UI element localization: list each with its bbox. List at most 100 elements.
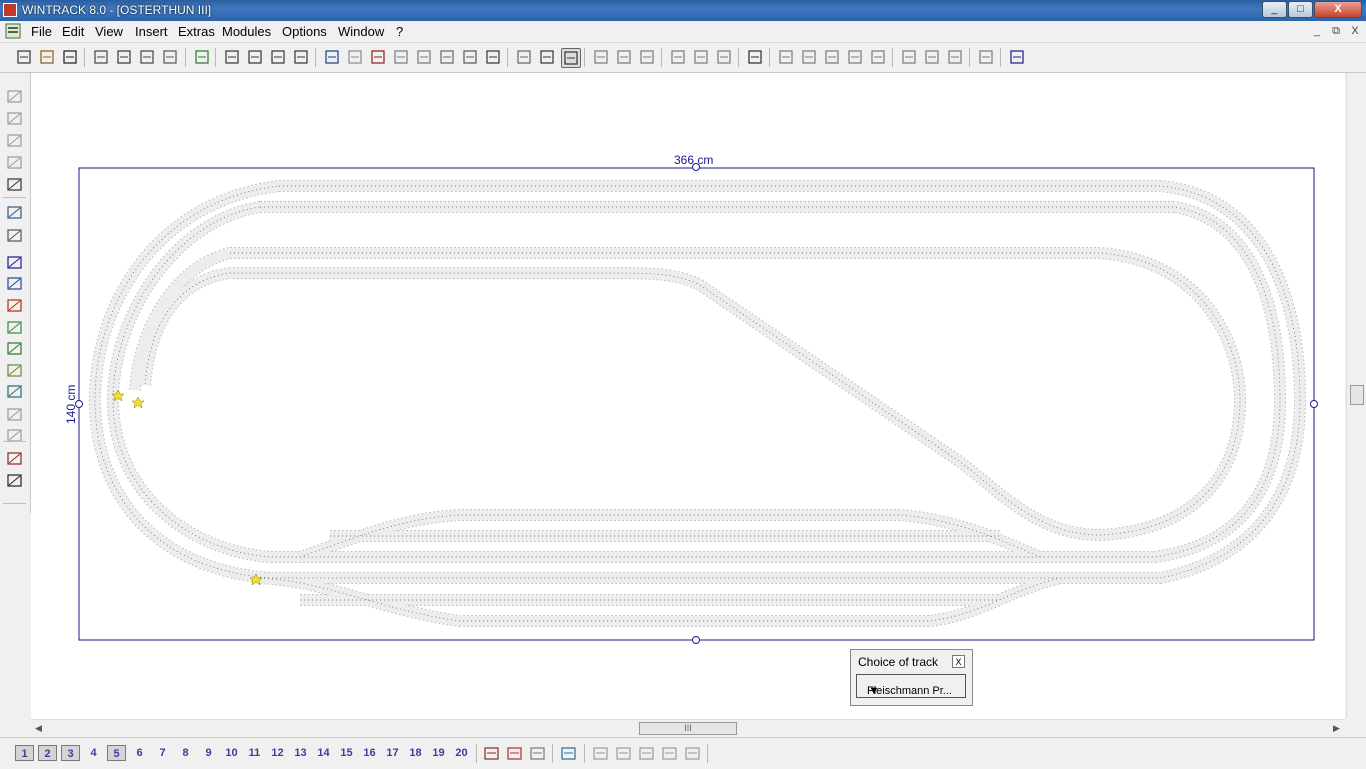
redo-icon[interactable] bbox=[346, 48, 364, 66]
signal-icon[interactable] bbox=[6, 205, 23, 220]
print-preview-icon[interactable] bbox=[92, 48, 110, 66]
zoom-fit-icon[interactable] bbox=[292, 48, 310, 66]
rotate-180-icon[interactable] bbox=[715, 48, 733, 66]
mirror-icon[interactable] bbox=[800, 48, 818, 66]
layer-button-6[interactable]: 6 bbox=[130, 745, 149, 761]
mdi-minimize-button[interactable]: _ bbox=[1309, 24, 1325, 38]
transfer-table-icon[interactable] bbox=[6, 155, 23, 170]
choice-of-track-close-button[interactable]: X bbox=[952, 655, 965, 668]
layer-button-2[interactable]: 2 bbox=[38, 745, 57, 761]
flex-curve-icon[interactable] bbox=[6, 111, 23, 126]
layer-button-1[interactable]: 1 bbox=[15, 745, 34, 761]
mdi-restore-button[interactable]: ⧉ bbox=[1328, 24, 1344, 38]
drawing-canvas[interactable]: 366 cm 140 cm Choice of track X Fleischm… bbox=[31, 73, 1345, 719]
layers-icon[interactable] bbox=[483, 746, 500, 761]
choice-of-track-panel[interactable]: Choice of track X Fleischmann Pr... ▼ bbox=[850, 649, 973, 706]
turntable-icon[interactable] bbox=[6, 133, 23, 148]
align-icon[interactable] bbox=[592, 48, 610, 66]
horizontal-scrollbar[interactable]: ◀ III ▶ bbox=[31, 719, 1345, 737]
scroll-left-icon[interactable]: ◀ bbox=[35, 723, 42, 734]
cut-icon[interactable] bbox=[438, 48, 456, 66]
layer-button-18[interactable]: 18 bbox=[406, 745, 425, 761]
turnout-icon[interactable] bbox=[515, 48, 533, 66]
mdi-close-button[interactable]: X bbox=[1347, 24, 1363, 38]
slope-icon[interactable] bbox=[6, 451, 23, 466]
menu-insert[interactable]: Insert bbox=[135, 24, 168, 39]
layer-button-5[interactable]: 5 bbox=[107, 745, 126, 761]
angle-icon[interactable] bbox=[923, 48, 941, 66]
menu-view[interactable]: View bbox=[95, 24, 123, 39]
layer-button-10[interactable]: 10 bbox=[222, 745, 241, 761]
close-button[interactable]: X bbox=[1314, 1, 1362, 18]
vertical-scrollbar[interactable] bbox=[1346, 73, 1366, 719]
save-icon[interactable] bbox=[61, 48, 79, 66]
layer-button-19[interactable]: 19 bbox=[429, 745, 448, 761]
image-icon[interactable] bbox=[193, 48, 211, 66]
view-3-icon[interactable] bbox=[638, 746, 655, 761]
layer-button-3[interactable]: 3 bbox=[61, 745, 80, 761]
menu-extras[interactable]: Extras bbox=[178, 24, 215, 39]
menu-options[interactable]: Options bbox=[282, 24, 327, 39]
zoom-out-icon[interactable] bbox=[223, 48, 241, 66]
menu-modules[interactable]: Modules bbox=[222, 24, 271, 39]
help-cursor-icon[interactable] bbox=[1008, 48, 1026, 66]
track-system-select[interactable]: Fleischmann Pr... ▼ bbox=[856, 674, 966, 698]
menu-help[interactable]: ? bbox=[396, 24, 403, 39]
building-icon[interactable] bbox=[6, 298, 23, 313]
minimize-button[interactable]: _ bbox=[1262, 1, 1287, 18]
new-icon[interactable] bbox=[15, 48, 33, 66]
paste-icon[interactable] bbox=[484, 48, 502, 66]
layer-button-11[interactable]: 11 bbox=[245, 745, 264, 761]
font-icon[interactable] bbox=[6, 473, 23, 488]
flex-track-icon[interactable] bbox=[6, 89, 23, 104]
menu-edit[interactable]: Edit bbox=[62, 24, 84, 39]
layer-button-20[interactable]: 20 bbox=[452, 745, 471, 761]
stairs-icon[interactable] bbox=[6, 341, 23, 356]
print-setup-icon[interactable] bbox=[138, 48, 156, 66]
layer-button-7[interactable]: 7 bbox=[153, 745, 172, 761]
resize-handle-right[interactable] bbox=[1310, 400, 1318, 408]
layer-stack-icon[interactable] bbox=[560, 746, 577, 761]
flex-track-icon[interactable] bbox=[561, 48, 581, 68]
curve-icon[interactable] bbox=[538, 48, 556, 66]
view-1-icon[interactable] bbox=[592, 746, 609, 761]
group-icon[interactable] bbox=[615, 48, 633, 66]
print-icon[interactable] bbox=[115, 48, 133, 66]
parts-list-icon[interactable] bbox=[369, 48, 387, 66]
radius-icon[interactable] bbox=[946, 48, 964, 66]
copy-format-icon[interactable] bbox=[392, 48, 410, 66]
view-4-icon[interactable] bbox=[661, 746, 678, 761]
view-5-icon[interactable] bbox=[684, 746, 701, 761]
track-plan[interactable]: 366 cm 140 cm bbox=[31, 73, 1345, 719]
document-icon[interactable] bbox=[5, 23, 21, 39]
scroll-right-icon[interactable]: ▶ bbox=[1333, 723, 1340, 734]
layer-button-14[interactable]: 14 bbox=[314, 745, 333, 761]
copy-icon[interactable] bbox=[461, 48, 479, 66]
ungroup-icon[interactable] bbox=[638, 48, 656, 66]
layer-button-9[interactable]: 9 bbox=[199, 745, 218, 761]
view-2-icon[interactable] bbox=[615, 746, 632, 761]
extend-icon[interactable] bbox=[869, 48, 887, 66]
straighten-icon[interactable] bbox=[823, 48, 841, 66]
platform-icon[interactable] bbox=[6, 228, 23, 243]
landscape-icon[interactable] bbox=[6, 363, 23, 378]
app-icon[interactable] bbox=[3, 3, 17, 17]
menu-file[interactable]: File bbox=[31, 24, 52, 39]
paste-format-icon[interactable] bbox=[415, 48, 433, 66]
layer-hide-icon[interactable] bbox=[529, 746, 546, 761]
layer-button-15[interactable]: 15 bbox=[337, 745, 356, 761]
catenary-icon[interactable] bbox=[6, 177, 23, 192]
height-marker-icon[interactable] bbox=[6, 407, 23, 422]
zoom-in-icon[interactable] bbox=[246, 48, 264, 66]
layer-button-8[interactable]: 8 bbox=[176, 745, 195, 761]
terrain-icon[interactable] bbox=[6, 384, 23, 399]
rotate-icon[interactable] bbox=[692, 48, 710, 66]
chevron-down-icon[interactable]: ▼ bbox=[867, 685, 881, 697]
layer-button-4[interactable]: 4 bbox=[84, 745, 103, 761]
connect-icon[interactable] bbox=[669, 48, 687, 66]
layer-button-17[interactable]: 17 bbox=[383, 745, 402, 761]
pin-icon[interactable] bbox=[6, 276, 23, 291]
join-icon[interactable] bbox=[846, 48, 864, 66]
undo-icon[interactable] bbox=[323, 48, 341, 66]
layer-button-13[interactable]: 13 bbox=[291, 745, 310, 761]
